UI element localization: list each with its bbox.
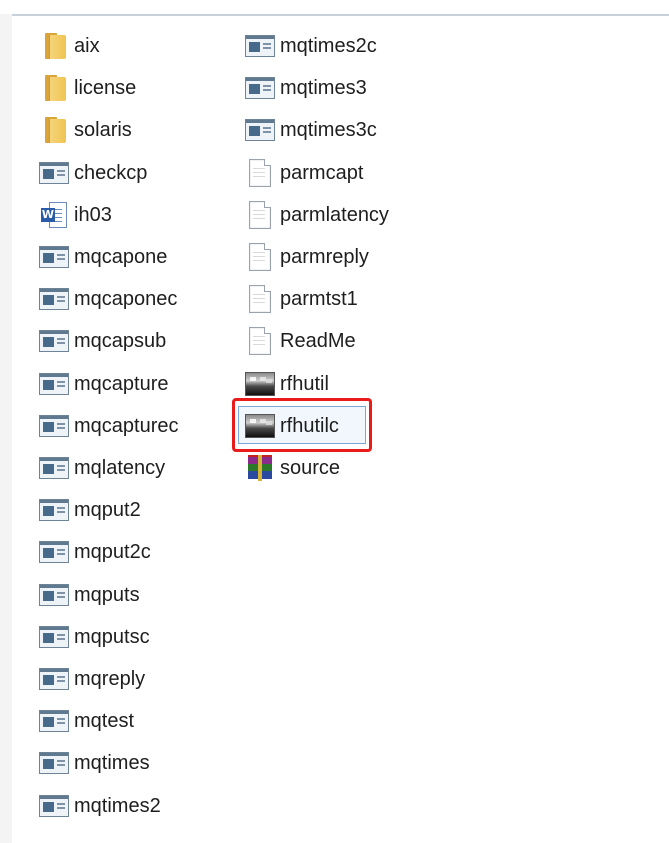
folder-icon	[38, 32, 70, 60]
exe-icon	[38, 581, 70, 609]
exe-icon	[244, 116, 276, 144]
file-item-mqput2c[interactable]: mqput2c	[38, 536, 151, 568]
file-name-label: parmcapt	[280, 161, 364, 184]
file-item-mqtimes3c[interactable]: mqtimes3c	[244, 114, 377, 146]
exe-icon	[38, 707, 70, 735]
file-item-parmcapt[interactable]: parmcapt	[244, 157, 363, 189]
file-name-label: mqputs	[74, 583, 140, 606]
file-name-label: mqput2	[74, 499, 141, 522]
file-item-mqtimes2[interactable]: mqtimes2	[38, 790, 161, 822]
file-name-label: mqtimes3c	[280, 119, 377, 142]
exe-icon	[244, 32, 276, 60]
window-left-border	[0, 14, 12, 843]
file-name-label: mqtimes	[74, 752, 150, 775]
file-item-mqlatency[interactable]: mqlatency	[38, 452, 165, 484]
file-name-label: solaris	[74, 119, 132, 142]
file-name-label: ReadMe	[280, 330, 356, 353]
file-name-label: ih03	[74, 203, 112, 226]
file-name-label: rfhutil	[280, 372, 329, 395]
file-name-label: checkcp	[74, 161, 148, 184]
exe-icon	[38, 623, 70, 651]
file-name-label: mqtest	[74, 710, 135, 733]
file-item-checkcp[interactable]: checkcp	[38, 157, 147, 189]
file-name-label: mqputsc	[74, 625, 150, 648]
text-file-icon	[244, 285, 276, 314]
file-name-label: license	[74, 77, 137, 100]
file-item-mqputsc[interactable]: mqputsc	[38, 621, 150, 653]
exe-icon	[38, 538, 70, 566]
exe-icon	[38, 412, 70, 440]
file-item-parmlatency[interactable]: parmlatency	[244, 199, 389, 231]
folder-icon	[38, 74, 70, 102]
file-name-label: mqtimes2c	[280, 35, 377, 57]
file-name-label: mqcapone	[74, 246, 168, 268]
file-item-license[interactable]: license	[38, 72, 136, 104]
text-file-icon	[244, 243, 276, 271]
exe-icon	[38, 496, 70, 524]
file-item-rfhutilc[interactable]: rfhutilc	[244, 410, 339, 442]
file-item-mqput2[interactable]: mqput2	[38, 494, 141, 526]
file-name-label: mqcapsub	[74, 330, 167, 353]
exe-icon	[38, 792, 70, 820]
file-item-mqcapture[interactable]: mqcapture	[38, 368, 169, 400]
file-name-label: mqcapture	[74, 372, 169, 395]
file-name-label: parmlatency	[280, 203, 389, 226]
file-item-mqputs[interactable]: mqputs	[38, 579, 140, 611]
app-icon	[244, 370, 276, 398]
file-item-solaris[interactable]: solaris	[38, 114, 132, 146]
file-item-mqtest[interactable]: mqtest	[38, 705, 134, 737]
file-name-label: mqcapturec	[74, 414, 179, 437]
window-top-border	[0, 0, 669, 16]
exe-icon	[38, 370, 70, 398]
file-item-rfhutil[interactable]: rfhutil	[244, 368, 329, 400]
file-item-mqreply[interactable]: mqreply	[38, 663, 145, 695]
file-name-label: aix	[74, 35, 100, 57]
exe-icon	[38, 243, 70, 271]
file-name-label: parmtst1	[280, 288, 358, 311]
text-file-icon	[244, 327, 276, 356]
folder-icon	[38, 116, 70, 144]
file-name-label: mqput2c	[74, 541, 151, 564]
file-name-label: source	[280, 457, 341, 479]
text-file-icon	[244, 158, 276, 187]
exe-icon	[38, 285, 70, 313]
file-item-aix[interactable]: aix	[38, 30, 100, 62]
file-name-label: parmreply	[280, 246, 369, 268]
file-item-ih03[interactable]: Wih03	[38, 199, 112, 231]
file-item-readme[interactable]: ReadMe	[244, 325, 356, 357]
exe-icon	[38, 159, 70, 187]
file-name-label: mqreply	[74, 668, 146, 690]
file-item-parmreply[interactable]: parmreply	[244, 241, 369, 273]
file-name-label: mqcaponec	[74, 288, 178, 311]
file-name-label: mqtimes3	[280, 77, 367, 100]
word-doc-icon: W	[38, 201, 70, 229]
exe-icon	[38, 327, 70, 355]
exe-icon	[38, 454, 70, 482]
file-item-mqcapone[interactable]: mqcapone	[38, 241, 167, 273]
file-item-mqtimes2c[interactable]: mqtimes2c	[244, 30, 377, 62]
text-file-icon	[244, 200, 276, 229]
exe-icon	[244, 74, 276, 102]
file-item-mqtimes[interactable]: mqtimes	[38, 747, 150, 779]
file-name-label: mqtimes2	[74, 794, 161, 817]
file-item-mqtimes3[interactable]: mqtimes3	[244, 72, 367, 104]
file-item-mqcapsub[interactable]: mqcapsub	[38, 325, 166, 357]
archive-icon	[244, 454, 276, 482]
file-item-parmtst1[interactable]: parmtst1	[244, 283, 358, 315]
exe-icon	[38, 749, 70, 777]
file-name-label: rfhutilc	[280, 414, 339, 437]
file-name-label: mqlatency	[74, 457, 166, 479]
file-item-mqcaponec[interactable]: mqcaponec	[38, 283, 177, 315]
app-icon	[244, 412, 276, 440]
exe-icon	[38, 665, 70, 693]
file-item-mqcapturec[interactable]: mqcapturec	[38, 410, 179, 442]
file-item-source[interactable]: source	[244, 452, 340, 484]
